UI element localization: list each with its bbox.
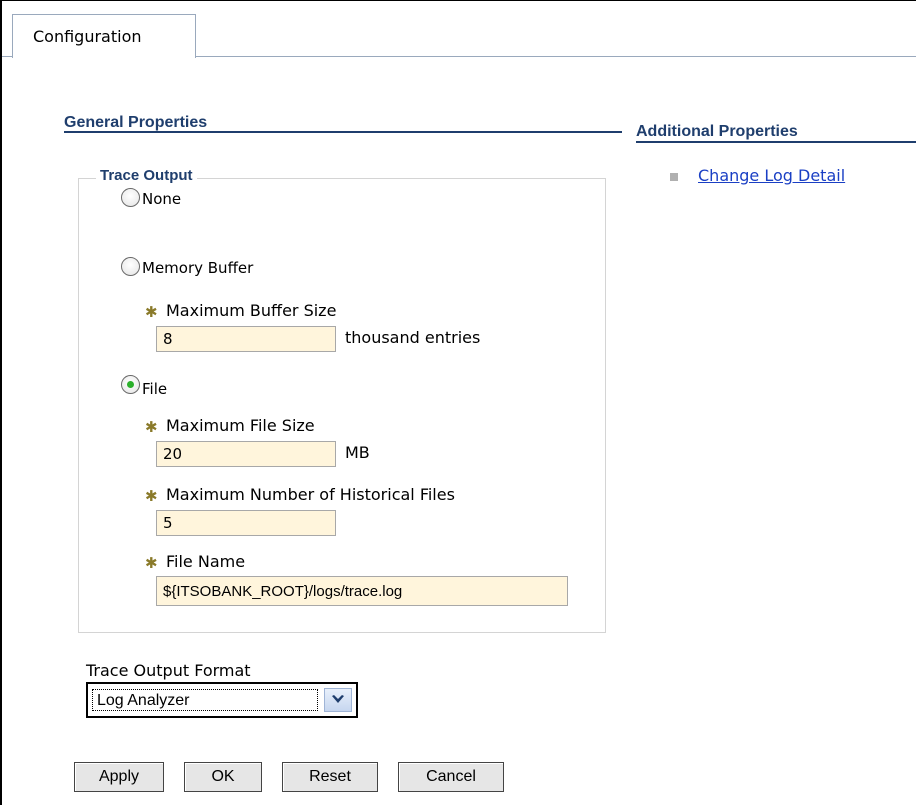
trace-output-format-value: Log Analyzer xyxy=(92,689,318,711)
asterisk-icon: ✱ xyxy=(145,418,158,436)
max-buffer-size-label: Maximum Buffer Size xyxy=(166,301,337,320)
additional-properties-title: Additional Properties xyxy=(636,123,798,140)
trace-output-legend: Trace Output xyxy=(96,167,197,184)
max-file-size-label: Maximum File Size xyxy=(166,416,315,435)
general-properties-title: General Properties xyxy=(64,114,208,131)
radio-none[interactable] xyxy=(121,188,140,207)
cancel-button[interactable]: Cancel xyxy=(398,762,504,792)
trace-output-format-label: Trace Output Format xyxy=(86,661,251,680)
file-name-input[interactable] xyxy=(156,576,568,606)
file-name-label: File Name xyxy=(166,552,246,571)
trace-output-format-select[interactable]: Log Analyzer xyxy=(86,682,358,718)
asterisk-icon: ✱ xyxy=(145,554,158,572)
tab-configuration[interactable]: Configuration xyxy=(12,14,196,58)
radio-file[interactable] xyxy=(121,375,140,394)
max-buffer-size-input[interactable] xyxy=(156,326,336,352)
square-bullet-icon xyxy=(670,173,678,181)
max-historical-files-label: Maximum Number of Historical Files xyxy=(166,485,455,504)
radio-memory-buffer-label: Memory Buffer xyxy=(142,259,254,277)
tab-divider xyxy=(196,56,916,57)
tab-divider xyxy=(2,56,12,57)
max-file-size-input[interactable] xyxy=(156,441,336,467)
asterisk-icon: ✱ xyxy=(145,487,158,505)
radio-none-label: None xyxy=(142,190,182,208)
change-log-detail-link[interactable]: Change Log Detail xyxy=(698,166,845,185)
ok-button[interactable]: OK xyxy=(184,762,262,792)
reset-button[interactable]: Reset xyxy=(282,762,378,792)
chevron-down-icon[interactable] xyxy=(324,688,352,712)
additional-properties-rule xyxy=(636,141,916,143)
max-historical-files-input[interactable] xyxy=(156,510,336,536)
max-file-size-unit: MB xyxy=(345,443,370,462)
radio-file-label: File xyxy=(142,380,168,398)
asterisk-icon: ✱ xyxy=(145,303,158,321)
max-buffer-size-unit: thousand entries xyxy=(345,328,481,347)
radio-memory-buffer[interactable] xyxy=(121,257,140,276)
apply-button[interactable]: Apply xyxy=(74,762,164,792)
general-properties-rule xyxy=(64,131,622,133)
